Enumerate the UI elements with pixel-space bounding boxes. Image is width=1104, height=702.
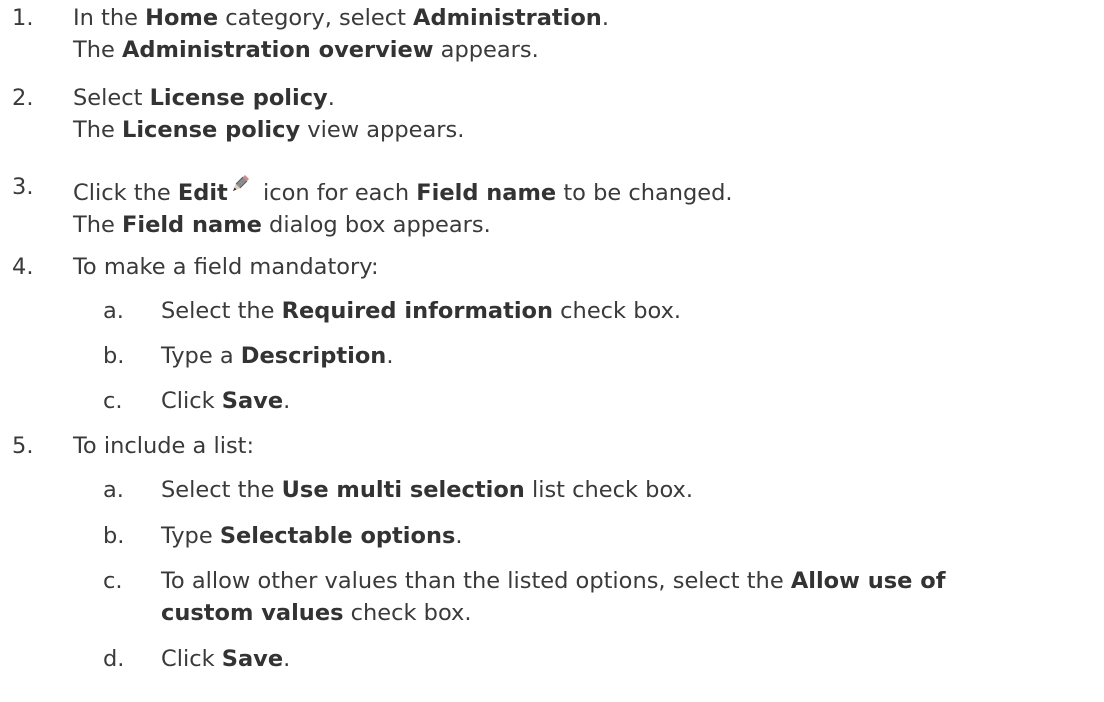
substep-4a: a. Select the Required information check… xyxy=(0,295,1104,327)
text: Select the xyxy=(161,298,282,324)
substep-line: custom values check box. xyxy=(161,597,1104,629)
step-number: 4. xyxy=(12,254,34,280)
substep-5a: a. Select the Use multi selection list c… xyxy=(0,474,1104,506)
text: To make a field mandatory: xyxy=(73,254,379,280)
ui-term: Administration overview xyxy=(122,37,434,63)
step-2: 2. Select License policy. The License po… xyxy=(0,82,1104,146)
ui-term: Field name xyxy=(122,212,262,238)
step-3: 3. Click the Edit icon for each Field na… xyxy=(0,171,1104,238)
ui-term: custom values xyxy=(161,600,344,626)
step-line: To include a list: xyxy=(73,430,1103,462)
step-line: Select License policy. xyxy=(73,82,1103,114)
step-1: 1. In the Home category, select Administ… xyxy=(0,2,1104,66)
step-body: To make a field mandatory: xyxy=(73,251,1103,283)
text: Click the xyxy=(73,180,178,206)
substep-line: Type Selectable options. xyxy=(161,520,1104,552)
step-body: Select License policy. The License polic… xyxy=(73,82,1103,146)
step-line: To make a field mandatory: xyxy=(73,251,1103,283)
step-result: The Administration overview appears. xyxy=(73,34,1103,66)
text: To include a list: xyxy=(73,433,255,459)
text: category, select xyxy=(218,5,414,31)
substep-5d: d. Click Save. xyxy=(0,643,1104,675)
ui-term: Home xyxy=(145,5,219,31)
ui-term: Selectable options xyxy=(219,523,456,549)
substep-4b: b. Type a Description. xyxy=(0,340,1104,372)
text: . xyxy=(283,388,291,414)
step-body: Click the Edit icon for each Field name … xyxy=(73,171,1103,241)
ui-term: Save xyxy=(221,646,284,672)
text: Type a xyxy=(161,343,241,369)
ui-term: Edit xyxy=(177,180,228,206)
ui-term: License policy xyxy=(149,85,328,111)
text: The xyxy=(73,117,122,143)
text: Click xyxy=(161,388,222,414)
substep-letter: b. xyxy=(103,343,125,369)
substep-line: Type a Description. xyxy=(161,340,1104,372)
substep-line: To allow other values than the listed op… xyxy=(161,565,1104,597)
text: To allow other values than the listed op… xyxy=(161,568,791,594)
substep-5b: b. Type Selectable options. xyxy=(0,520,1104,552)
ui-term: License policy xyxy=(122,117,301,143)
step-body: To include a list: xyxy=(73,430,1103,462)
substep-letter: d. xyxy=(103,646,125,672)
substep-letter: b. xyxy=(103,523,125,549)
text: Click xyxy=(161,646,222,672)
text: icon for each xyxy=(255,180,417,206)
text: . xyxy=(327,85,335,111)
step-number: 1. xyxy=(12,5,34,31)
text: Type xyxy=(161,523,220,549)
ui-term: Administration xyxy=(413,5,602,31)
substep-line: Select the Use multi selection list chec… xyxy=(161,474,1104,506)
substep-letter: a. xyxy=(103,298,124,324)
step-number: 3. xyxy=(12,174,34,200)
substep-letter: a. xyxy=(103,477,124,503)
text: view appears. xyxy=(300,117,465,143)
text: The xyxy=(73,37,122,63)
substep-body: To allow other values than the listed op… xyxy=(161,565,1104,629)
step-result: The License policy view appears. xyxy=(73,114,1103,146)
text: check box. xyxy=(553,298,682,324)
step-4: 4. To make a field mandatory: xyxy=(0,251,1104,283)
text: Select the xyxy=(161,477,282,503)
substep-letter: c. xyxy=(103,568,123,594)
text: dialog box appears. xyxy=(261,212,491,238)
step-number: 2. xyxy=(12,85,34,111)
step-number: 5. xyxy=(12,433,34,459)
ui-term: Allow use of xyxy=(790,568,946,594)
text: In the xyxy=(73,5,146,31)
substep-letter: c. xyxy=(103,388,123,414)
text: Select xyxy=(73,85,150,111)
ui-term: Description xyxy=(240,343,387,369)
pencil-icon xyxy=(230,171,252,193)
step-5: 5. To include a list: xyxy=(0,430,1104,462)
step-line: Click the Edit icon for each Field name … xyxy=(73,171,1103,209)
step-result: The Field name dialog box appears. xyxy=(73,209,1103,241)
text: . xyxy=(386,343,394,369)
ui-term: Use multi selection xyxy=(281,477,525,503)
text: to be changed. xyxy=(556,180,733,206)
text: . xyxy=(283,646,291,672)
substep-line: Click Save. xyxy=(161,643,1104,675)
ui-term: Save xyxy=(221,388,284,414)
substep-5c: c. To allow other values than the listed… xyxy=(0,565,1104,629)
text: . xyxy=(601,5,609,31)
text: check box. xyxy=(343,600,472,626)
text: The xyxy=(73,212,122,238)
text: . xyxy=(455,523,463,549)
text: list check box. xyxy=(524,477,693,503)
ui-term: Field name xyxy=(416,180,557,206)
step-line: In the Home category, select Administrat… xyxy=(73,2,1103,34)
ui-term: Required information xyxy=(281,298,554,324)
substep-line: Click Save. xyxy=(161,385,1104,417)
step-body: In the Home category, select Administrat… xyxy=(73,2,1103,66)
text: appears. xyxy=(433,37,539,63)
substep-line: Select the Required information check bo… xyxy=(161,295,1104,327)
substep-4c: c. Click Save. xyxy=(0,385,1104,417)
